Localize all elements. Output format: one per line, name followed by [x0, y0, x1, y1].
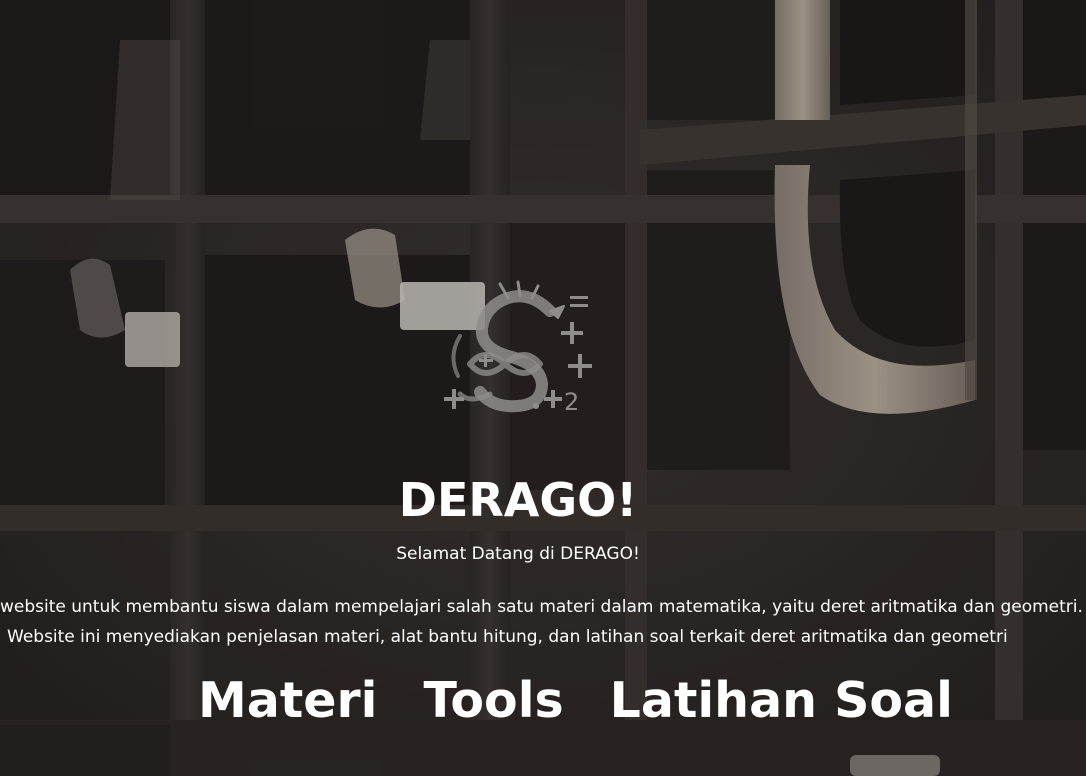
svg-text:2: 2 — [564, 388, 579, 416]
hero-section: 2 DERAGO! Selamat Datang di DERAGO! webs… — [0, 0, 1086, 776]
description-line-2: Website ini menyediakan penjelasan mater… — [7, 627, 1008, 647]
nav-link-materi[interactable]: Materi — [198, 668, 377, 734]
nav-link-latihan-soal[interactable]: Latihan Soal — [610, 668, 953, 734]
page-title: DERAGO! — [398, 473, 638, 527]
welcome-subtitle: Selamat Datang di DERAGO! — [396, 544, 640, 564]
nav-link-tools[interactable]: Tools — [423, 668, 563, 734]
description-line-1: website untuk membantu siswa dalam mempe… — [0, 597, 1083, 617]
dragon-math-logo-icon: 2 — [444, 280, 592, 416]
main-nav: Materi Tools Latihan Soal — [198, 668, 999, 734]
